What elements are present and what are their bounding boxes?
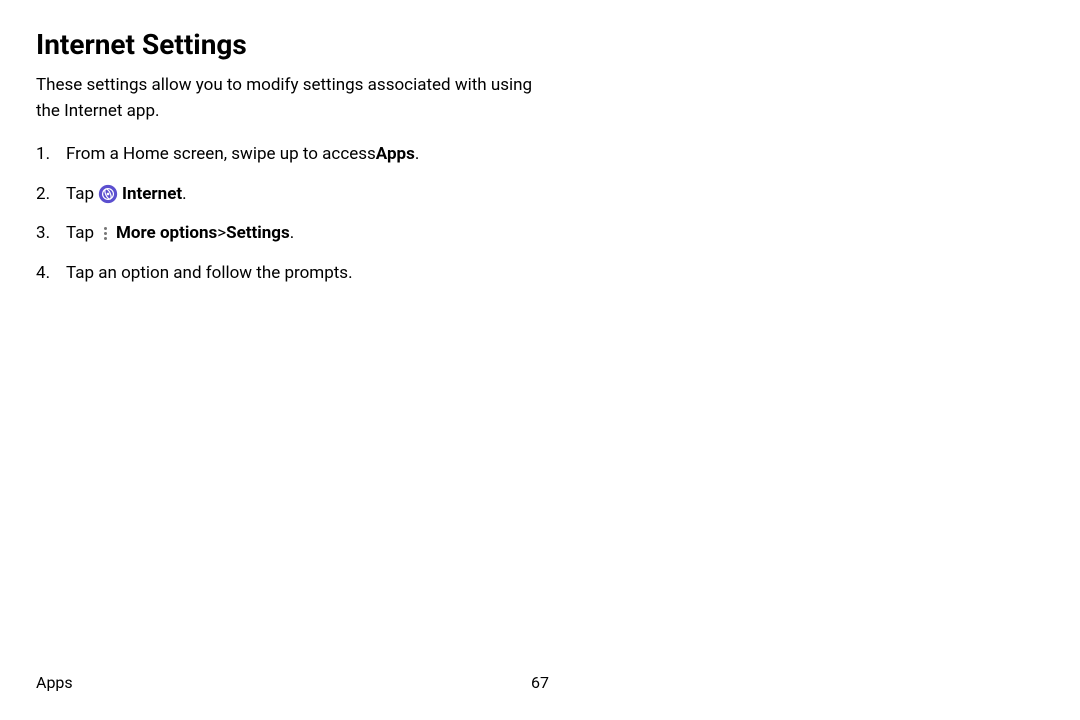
step-3-separator: > (217, 221, 226, 247)
step-2-text-pre: Tap (66, 182, 94, 208)
footer-section: Apps (36, 673, 73, 692)
steps-list: From a Home screen, swipe up to access A… (36, 142, 1044, 286)
intro-paragraph: These settings allow you to modify setti… (36, 73, 536, 124)
step-3-text-pre: Tap (66, 221, 94, 247)
step-3: Tap More options > Settings . (66, 221, 1044, 247)
internet-icon (98, 184, 118, 204)
step-1-apps: Apps (376, 142, 415, 168)
page-title: Internet Settings (36, 28, 1044, 61)
step-2-text-post: . (182, 182, 186, 208)
step-2: Tap Internet . (66, 182, 1044, 208)
step-1-text-pre: From a Home screen, swipe up to access (66, 142, 376, 168)
step-1: From a Home screen, swipe up to access A… (66, 142, 1044, 168)
step-3-text-post: . (290, 221, 294, 247)
step-4: Tap an option and follow the prompts. (66, 261, 1044, 287)
footer-page-number: 67 (531, 673, 549, 692)
step-1-text-post: . (415, 142, 419, 168)
more-options-icon (98, 224, 112, 244)
step-3-more-options: More options (116, 221, 217, 247)
step-4-text: Tap an option and follow the prompts. (66, 261, 353, 287)
page-footer: Apps 67 (36, 673, 1044, 692)
step-2-internet: Internet (122, 182, 182, 208)
step-3-settings: Settings (226, 221, 290, 247)
